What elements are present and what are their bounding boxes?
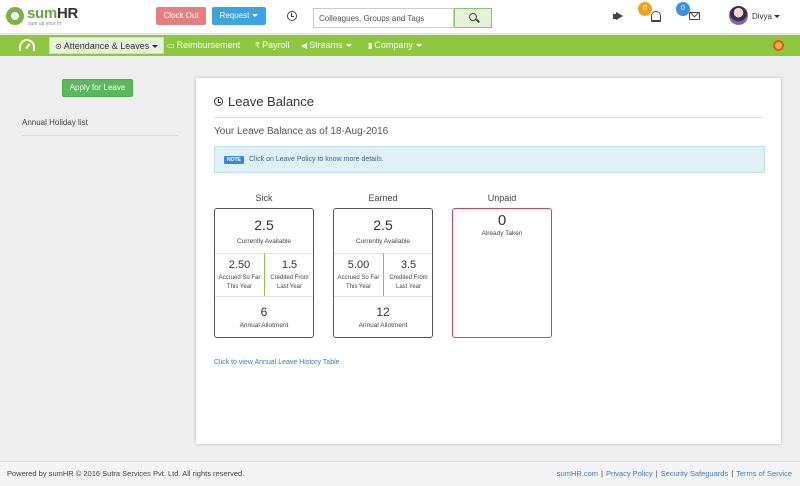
allotment-value: 12	[376, 305, 390, 319]
money-icon: ▭	[167, 41, 175, 50]
logo-text-sum: sum	[27, 5, 57, 22]
credited-cell: 3.5 Credited From Last Year	[384, 259, 433, 292]
credited-cell: 1.5 Credited From Last Year	[265, 259, 314, 292]
rupee-icon: ₹	[255, 41, 261, 50]
footer-link-terms[interactable]: Terms of Service	[736, 469, 792, 478]
footer-link-security[interactable]: Security Safeguards	[661, 469, 729, 478]
note-box: NOTE Click on Leave Policy to know more …	[214, 146, 765, 173]
announcements-count-badge: 0	[638, 2, 652, 16]
available-label: Currently Available	[355, 238, 411, 245]
accrued-label: Accrued So Far This Year	[218, 275, 261, 290]
clock-icon	[214, 97, 223, 106]
footer-link-sumhr[interactable]: sumHR.com	[557, 469, 598, 478]
leave-type-unpaid-heading: Unpaid	[487, 193, 517, 203]
nav-streams[interactable]: ◀ Streams	[301, 35, 352, 56]
page-title-text: Leave Balance	[228, 94, 315, 109]
divider	[334, 296, 432, 297]
credited-label: Credited From Last Year	[270, 275, 309, 290]
search-button[interactable]	[454, 8, 492, 28]
logo-tagline: sum up your hr	[28, 21, 62, 27]
nav-company[interactable]: ▮ Company	[368, 35, 422, 56]
credited-value: 1.5	[281, 259, 298, 271]
accrued-cell: 2.50 Accrued So Far This Year	[215, 259, 264, 292]
nav-label: Payroll	[262, 40, 290, 50]
chevron-down-icon	[774, 15, 781, 19]
top-header: sumHR sum up your hr Clock Out Request 0…	[0, 0, 800, 34]
messages-envelope-icon[interactable]	[689, 12, 700, 20]
taken-label: Already Taken	[481, 230, 523, 237]
notifications-count-badge: 0	[676, 2, 690, 16]
chevron-down-icon	[152, 45, 159, 49]
nav-attendance-leaves[interactable]: ⊙ Attendance & Leaves	[49, 37, 165, 54]
footer-links: sumHR.com | Privacy Policy | Security Safegu…	[556, 469, 792, 478]
leave-type-sick-heading: Sick	[255, 193, 273, 203]
clock-out-button[interactable]: Clock Out	[156, 7, 206, 25]
taken-value: 0	[497, 212, 507, 229]
nav-label: Company	[374, 40, 413, 50]
nav-label: Streams	[309, 40, 343, 50]
footer-link-privacy[interactable]: Privacy Policy	[606, 469, 653, 478]
megaphone-icon: ◀	[301, 41, 308, 50]
leave-card-sick: 2.5 Currently Available 2.50 Accrued So …	[214, 208, 314, 338]
allotment-value: 6	[260, 305, 268, 319]
leave-card-earned: 2.5 Currently Available 5.00 Accrued So …	[333, 208, 433, 338]
sumhr-logo[interactable]: sumHR sum up your hr	[6, 5, 84, 29]
building-icon: ▮	[368, 41, 373, 50]
allotment-label: Annual Allotment	[239, 322, 289, 329]
leave-card-unpaid: 0 Already Taken	[452, 208, 552, 338]
nav-label: Attendance & Leaves	[63, 41, 150, 51]
note-text[interactable]: Click on Leave Policy to know more detai…	[249, 156, 384, 163]
available-label: Currently Available	[236, 238, 292, 245]
clock-icon[interactable]	[287, 11, 297, 21]
logo-text-hr: HR	[56, 5, 79, 22]
request-label: Request	[219, 11, 250, 20]
credited-value: 3.5	[400, 259, 417, 271]
accrued-label: Accrued So Far This Year	[337, 275, 380, 290]
user-avatar[interactable]	[729, 6, 748, 25]
leave-type-earned-heading: Earned	[368, 193, 398, 203]
leave-history-link[interactable]: Click to view Annual Leave History Table	[214, 359, 340, 366]
page-title: Leave Balance	[214, 94, 314, 109]
clock-icon: ⊙	[55, 42, 62, 51]
notifications-bell-icon[interactable]	[651, 11, 661, 22]
chevron-down-icon	[252, 14, 259, 18]
chevron-down-icon	[345, 44, 352, 48]
accrued-cell: 5.00 Accrued So Far This Year	[334, 259, 383, 292]
footer: Powered by sumHR © 2016 Sutra Services P…	[0, 461, 800, 486]
available-value: 2.5	[254, 217, 274, 233]
divider	[215, 296, 313, 297]
leave-balance-date: Your Leave Balance as of 18-Aug-2016	[214, 126, 389, 137]
note-badge: NOTE	[224, 156, 244, 164]
divider	[214, 117, 763, 118]
announcements-megaphone-icon[interactable]	[613, 12, 624, 21]
main-navbar: ⊙ Attendance & Leaves ▭ Reimbursement ₹ Pay…	[0, 35, 800, 56]
allotment-label: Annual Allotment	[358, 322, 408, 329]
user-name: Divya	[752, 12, 773, 21]
user-menu[interactable]: Divya	[752, 12, 781, 21]
nav-label: Reimbursement	[176, 40, 241, 50]
available-value: 2.5	[373, 217, 393, 233]
search-icon	[469, 13, 477, 21]
dashboard-gauge-icon[interactable]	[19, 39, 35, 51]
accrued-value: 5.00	[347, 259, 370, 271]
logo-mark-icon	[6, 7, 24, 25]
footer-copyright: Powered by sumHR © 2016 Sutra Services P…	[7, 469, 245, 478]
apply-for-leave-button[interactable]: Apply for Leave	[62, 79, 133, 97]
leave-balance-panel: Leave Balance Your Leave Balance as of 1…	[196, 78, 781, 444]
credited-label: Credited From Last Year	[389, 275, 428, 290]
accrued-value: 2.50	[228, 259, 251, 271]
search-input[interactable]	[313, 8, 454, 28]
nav-payroll[interactable]: ₹ Payroll	[255, 35, 290, 56]
sidebar-item-annual-holiday-list[interactable]: Annual Holiday list	[22, 118, 178, 136]
nav-reimbursement[interactable]: ▭ Reimbursement	[167, 35, 240, 56]
request-button[interactable]: Request	[212, 7, 266, 25]
chevron-down-icon	[415, 44, 422, 48]
settings-icon[interactable]	[773, 40, 784, 51]
